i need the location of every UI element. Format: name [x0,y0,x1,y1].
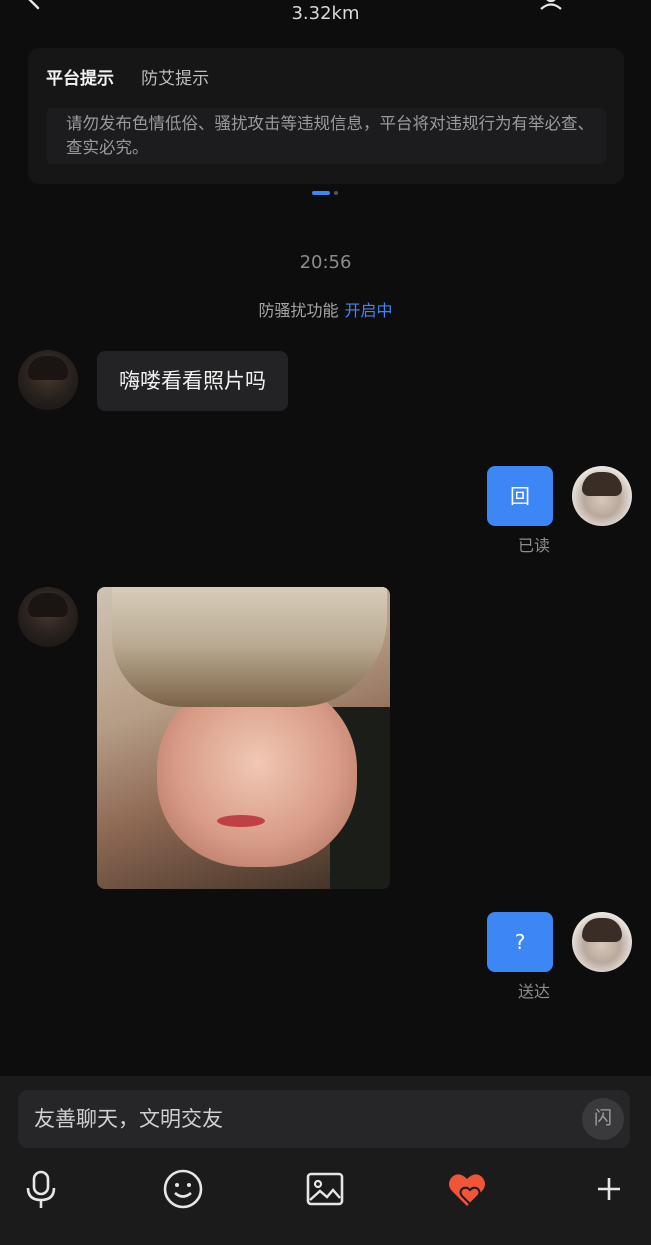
composer-bar: 友善聊天，文明交友 闪 [0,1076,651,1245]
message-bubble-sent[interactable]: ? [487,912,553,972]
heart-icon[interactable] [444,1166,490,1212]
image-icon[interactable] [302,1166,348,1212]
flash-button[interactable]: 闪 [582,1098,624,1140]
avatar-hair [582,472,622,496]
delivered-status: 送达 [518,982,551,1001]
message-photo[interactable] [97,587,390,889]
avatar-hair [28,356,68,380]
message-bubble-received[interactable]: 嗨喽看看照片吗 [97,351,288,411]
header: 3.32km [0,0,651,34]
contact-avatar[interactable] [18,587,78,647]
pager-dot-active [312,191,330,195]
notice-tabs: 平台提示 防艾提示 [46,66,231,92]
chat-screen: 3.32km 平台提示 防艾提示 请勿发布色情低俗、骚扰攻击等违规信息，平台将对… [0,0,651,1245]
self-avatar[interactable] [572,912,632,972]
message-bubble-sent[interactable]: 回 [487,466,553,526]
platform-notice-card: 平台提示 防艾提示 请勿发布色情低俗、骚扰攻击等违规信息，平台将对违规行为有举必… [28,48,624,184]
avatar-hair [582,918,622,942]
plus-icon[interactable] [586,1166,632,1212]
anti-harass-status: 防骚扰功能 开启中 [0,297,651,321]
profile-icon[interactable] [537,0,565,10]
notice-pager [312,191,338,195]
self-avatar[interactable] [572,466,632,526]
message-input[interactable]: 友善聊天，文明交友 闪 [18,1090,630,1148]
message-timestamp: 20:56 [299,252,352,273]
notice-text: 请勿发布色情低俗、骚扰攻击等违规信息，平台将对违规行为有举必查、查实必究。 [46,108,606,164]
read-status: 已读 [518,536,551,555]
photo-lips [217,815,265,827]
anti-harass-label: 防骚扰功能 [258,301,339,320]
anti-harass-enabled[interactable]: 开启中 [345,301,393,320]
tab-aids-notice[interactable]: 防艾提示 [141,66,209,92]
microphone-icon[interactable] [18,1166,64,1212]
photo-hair [112,587,387,707]
avatar-hair [28,593,68,617]
emoji-icon[interactable] [160,1166,206,1212]
input-placeholder: 友善聊天，文明交友 [34,1107,223,1131]
tab-platform-notice[interactable]: 平台提示 [46,66,114,92]
pager-dot [334,191,338,195]
contact-avatar[interactable] [18,350,78,410]
